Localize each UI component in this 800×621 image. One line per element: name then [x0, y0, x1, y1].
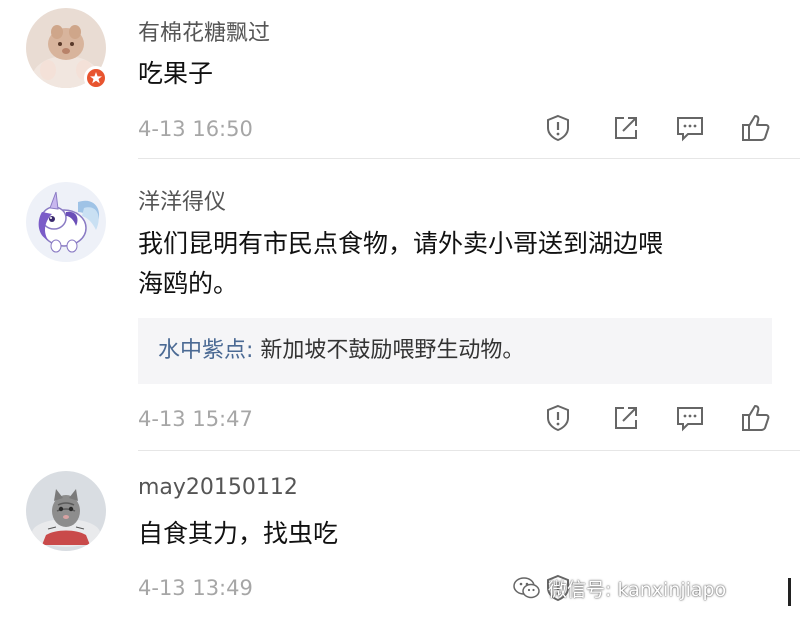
comment-text: 吃果子	[138, 54, 213, 94]
like-button[interactable]	[738, 402, 774, 434]
unicorn-avatar-icon	[26, 182, 106, 262]
share-icon	[615, 407, 637, 429]
comment-actions	[540, 112, 780, 144]
timestamp: 4-13 16:50	[138, 117, 253, 141]
comment-icon	[677, 407, 703, 432]
username[interactable]: 洋洋得仪	[138, 184, 226, 216]
scrollbar[interactable]	[788, 578, 791, 606]
comment-button[interactable]	[672, 112, 708, 144]
username[interactable]: 有棉花糖飘过	[138, 15, 270, 47]
comment-actions	[540, 402, 780, 434]
comment-text-line: 自食其力，找虫吃	[138, 519, 339, 548]
report-icon	[547, 114, 569, 142]
vip-badge-icon	[84, 66, 108, 90]
reply-username[interactable]: 水中紫点	[158, 338, 246, 363]
report-icon	[547, 404, 569, 432]
comment-text: 我们昆明有市民点食物，请外卖小哥送到湖边喂 海鸥的。	[138, 224, 663, 304]
avatar[interactable]	[26, 182, 106, 262]
comment-text-line: 我们昆明有市民点食物，请外卖小哥送到湖边喂	[138, 229, 664, 258]
comment-text: 自食其力，找虫吃	[138, 514, 338, 554]
wechat-icon	[513, 577, 540, 599]
reply-text: 新加坡不鼓励喂野生动物。	[260, 338, 525, 363]
share-button[interactable]	[608, 402, 644, 434]
divider	[138, 158, 800, 159]
share-button[interactable]	[608, 112, 644, 144]
reply-separator: :	[246, 338, 261, 363]
comment-item: 有棉花糖飘过 吃果子 4-13 16:50	[0, 0, 800, 160]
comment-button[interactable]	[672, 402, 708, 434]
comment-list: 有棉花糖飘过 吃果子 4-13 16:50 洋洋得仪 我们昆明有市民点食物，请外…	[0, 0, 800, 621]
username[interactable]: may20150112	[138, 475, 298, 500]
comment-icon	[677, 117, 703, 142]
avatar[interactable]	[26, 471, 106, 551]
like-icon	[742, 115, 770, 141]
like-icon	[742, 405, 770, 431]
comment-text-line: 吃果子	[138, 59, 214, 88]
report-button[interactable]	[540, 112, 576, 144]
kitten-avatar-icon	[26, 471, 106, 551]
timestamp: 4-13 15:47	[138, 407, 253, 431]
comment-text-line: 海鸥的。	[138, 269, 239, 298]
share-icon	[615, 117, 637, 139]
like-button[interactable]	[738, 112, 774, 144]
report-button[interactable]	[540, 402, 576, 434]
comment-item: 洋洋得仪 我们昆明有市民点食物，请外卖小哥送到湖边喂 海鸥的。 水中紫点: 新加…	[0, 160, 800, 451]
timestamp: 4-13 13:49	[138, 576, 253, 600]
reply-preview[interactable]: 水中紫点: 新加坡不鼓励喂野生动物。	[138, 318, 772, 384]
watermark-text: 微信号: kanxinjiapo	[548, 578, 727, 601]
watermark: 微信号: kanxinjiapo	[512, 568, 800, 608]
